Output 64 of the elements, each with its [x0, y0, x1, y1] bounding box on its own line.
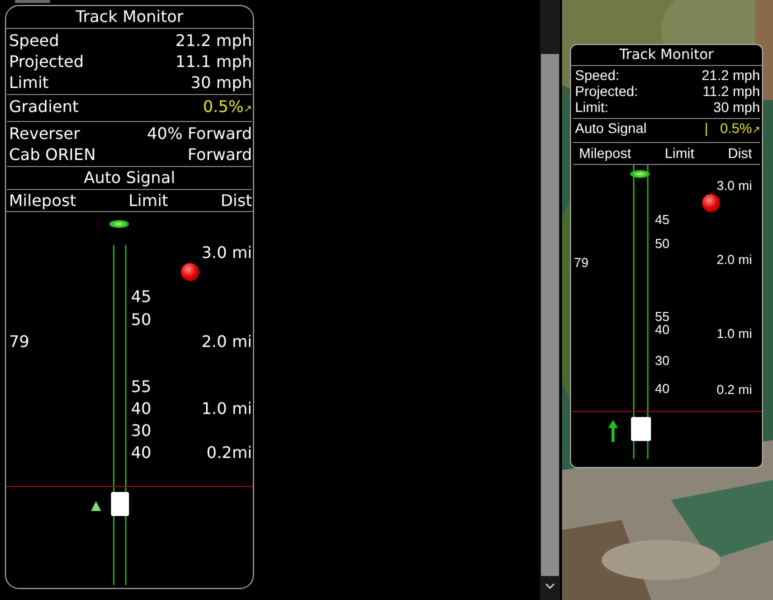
row-label: Projected — [9, 51, 84, 72]
speed-limit-value: 30 — [131, 422, 152, 440]
scrollbar-thumb[interactable] — [541, 54, 559, 576]
distance-value: 0.2 mi — [716, 381, 752, 399]
row-value: 40% Forward — [147, 123, 252, 144]
signal-marker: | — [704, 120, 708, 136]
distance-value: 1.0 mi — [716, 325, 752, 343]
column-header: Dist — [728, 144, 752, 163]
column-header: Milepost — [579, 144, 632, 163]
panel-title: Track Monitor — [571, 45, 762, 66]
distance-value: 2.0 mi — [201, 333, 252, 351]
speed-limit-value: 40 — [655, 322, 670, 339]
row-value: 21.2 mph — [175, 30, 252, 51]
row-value: 30 mph — [713, 99, 760, 115]
speed-limit-value: 40 — [131, 444, 152, 462]
distance-value: 3.0 mi — [716, 177, 752, 195]
speed-limit-value: 45 — [655, 211, 670, 229]
ball-icon — [181, 263, 199, 281]
row-label: Speed — [9, 30, 60, 51]
column-header: Limit — [128, 190, 168, 211]
milepost-value: 79 — [574, 254, 588, 272]
distance-value: 2.0 mi — [716, 251, 752, 269]
row-label: Auto Signal — [575, 120, 647, 138]
panel-title: Track Monitor — [6, 6, 253, 29]
gradient-arrow: ↗ — [244, 103, 252, 117]
train-icon — [111, 492, 129, 516]
row-value: 11.1 mph — [175, 51, 252, 72]
speed-limit-value: 40 — [131, 400, 152, 418]
speed-limit-value: 55 — [655, 308, 670, 324]
row-label: Cab ORIEN — [9, 144, 96, 165]
scroll-down-icon[interactable] — [545, 583, 555, 589]
speed-limit-value: 50 — [655, 235, 670, 253]
column-header: Dist — [220, 190, 252, 211]
gradient-arrow: ↗ — [752, 124, 760, 138]
speed-limit-value: 40 — [655, 380, 670, 398]
row-value: 11.2 mph — [702, 83, 760, 99]
train-icon — [631, 417, 651, 441]
distance-value: 3.0 mi — [201, 244, 252, 262]
row-value: Forward — [188, 144, 252, 165]
row-label: Gradient — [9, 96, 79, 118]
signal-light-icon — [630, 170, 650, 178]
speed-limit-value: 45 — [131, 288, 152, 306]
section-heading: Auto Signal — [7, 167, 252, 190]
arrow-up-icon — [607, 419, 619, 443]
milepost-value: 79 — [9, 333, 30, 351]
speed-limit-value: 55 — [131, 378, 152, 396]
row-value: 0.5% — [720, 120, 752, 136]
row-label: Limit: — [575, 99, 608, 115]
row-label: Speed: — [575, 67, 620, 83]
row-label: Limit — [9, 72, 49, 93]
speed-limit-value: 50 — [131, 311, 152, 329]
ball-icon — [702, 194, 720, 212]
row-label: Projected: — [575, 83, 638, 99]
row-value: 0.5% — [202, 96, 244, 117]
row-value: 21.2 mph — [702, 67, 760, 83]
column-header: Limit — [664, 144, 694, 163]
signal-light-icon — [109, 220, 129, 228]
column-header: Milepost — [9, 190, 76, 211]
distance-value: 1.0 mi — [201, 400, 252, 418]
row-value: 30 mph — [190, 72, 252, 93]
distance-value: 0.2mi — [206, 444, 252, 462]
triangle-icon — [90, 500, 102, 512]
speed-limit-value: 30 — [655, 352, 670, 370]
row-label: Reverser — [9, 123, 80, 144]
